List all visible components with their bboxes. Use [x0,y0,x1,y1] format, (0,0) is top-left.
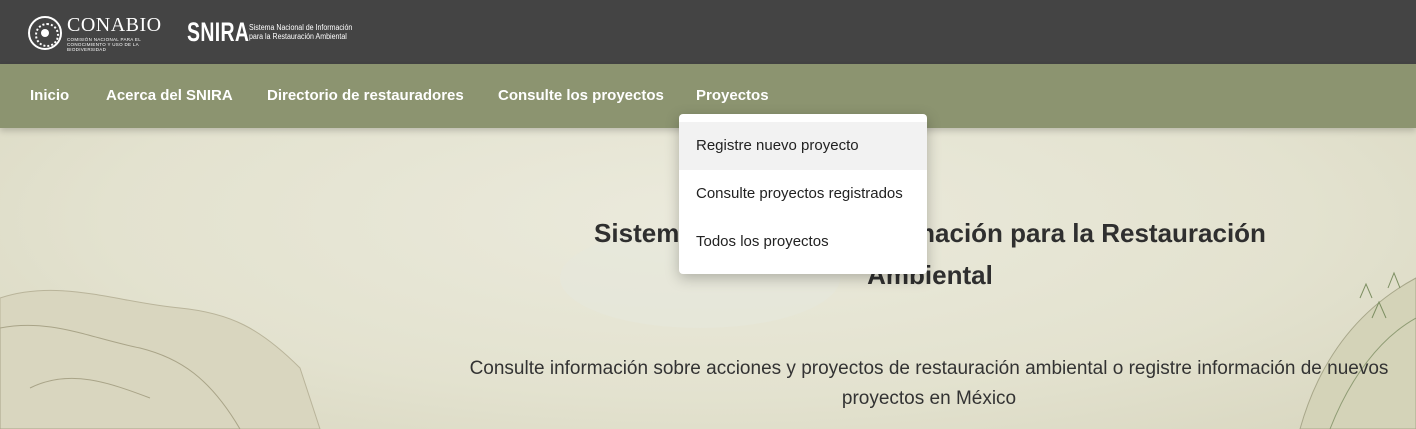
menu-item-consulte-proyectos-registrados[interactable]: Consulte proyectos registrados [679,170,927,218]
snira-subtitle-line2: para la Restauración Ambiental [249,32,347,41]
nav-item-inicio[interactable]: Inicio [30,64,69,128]
nav-item-consulte-proyectos[interactable]: Consulte los proyectos [498,64,664,128]
conabio-logo[interactable]: CONABIO COMISIÓN NACIONAL PARA EL CONOCI… [28,15,162,53]
snira-subtitle: Sistema Nacional de Información para la … [249,23,363,41]
hero-description: Consulte información sobre acciones y pr… [469,358,1389,409]
conabio-emblem-icon [28,16,62,50]
top-header-bar: CONABIO COMISIÓN NACIONAL PARA EL CONOCI… [0,0,1416,64]
menu-item-todos-los-proyectos[interactable]: Todos los proyectos [679,218,927,266]
nav-item-acerca[interactable]: Acerca del SNIRA [106,64,233,128]
snira-name: SNIRA [187,17,250,47]
snira-subtitle-line1: Sistema Nacional de Información [249,23,353,32]
conabio-name: CONABIO [67,14,162,36]
hero-title: Sistema Nacional de Información para la … [594,218,1266,290]
nav-item-directorio[interactable]: Directorio de restauradores [267,64,464,128]
snira-logo[interactable]: SNIRA Sistema Nacional de Información pa… [187,17,379,47]
conabio-logo-text: CONABIO COMISIÓN NACIONAL PARA EL CONOCI… [67,15,162,52]
proyectos-dropdown-menu: Registre nuevo proyecto Consulte proyect… [679,114,927,274]
conabio-subtitle: COMISIÓN NACIONAL PARA EL CONOCIMIENTO Y… [67,37,141,52]
menu-item-registre-nuevo-proyecto[interactable]: Registre nuevo proyecto [679,122,927,170]
